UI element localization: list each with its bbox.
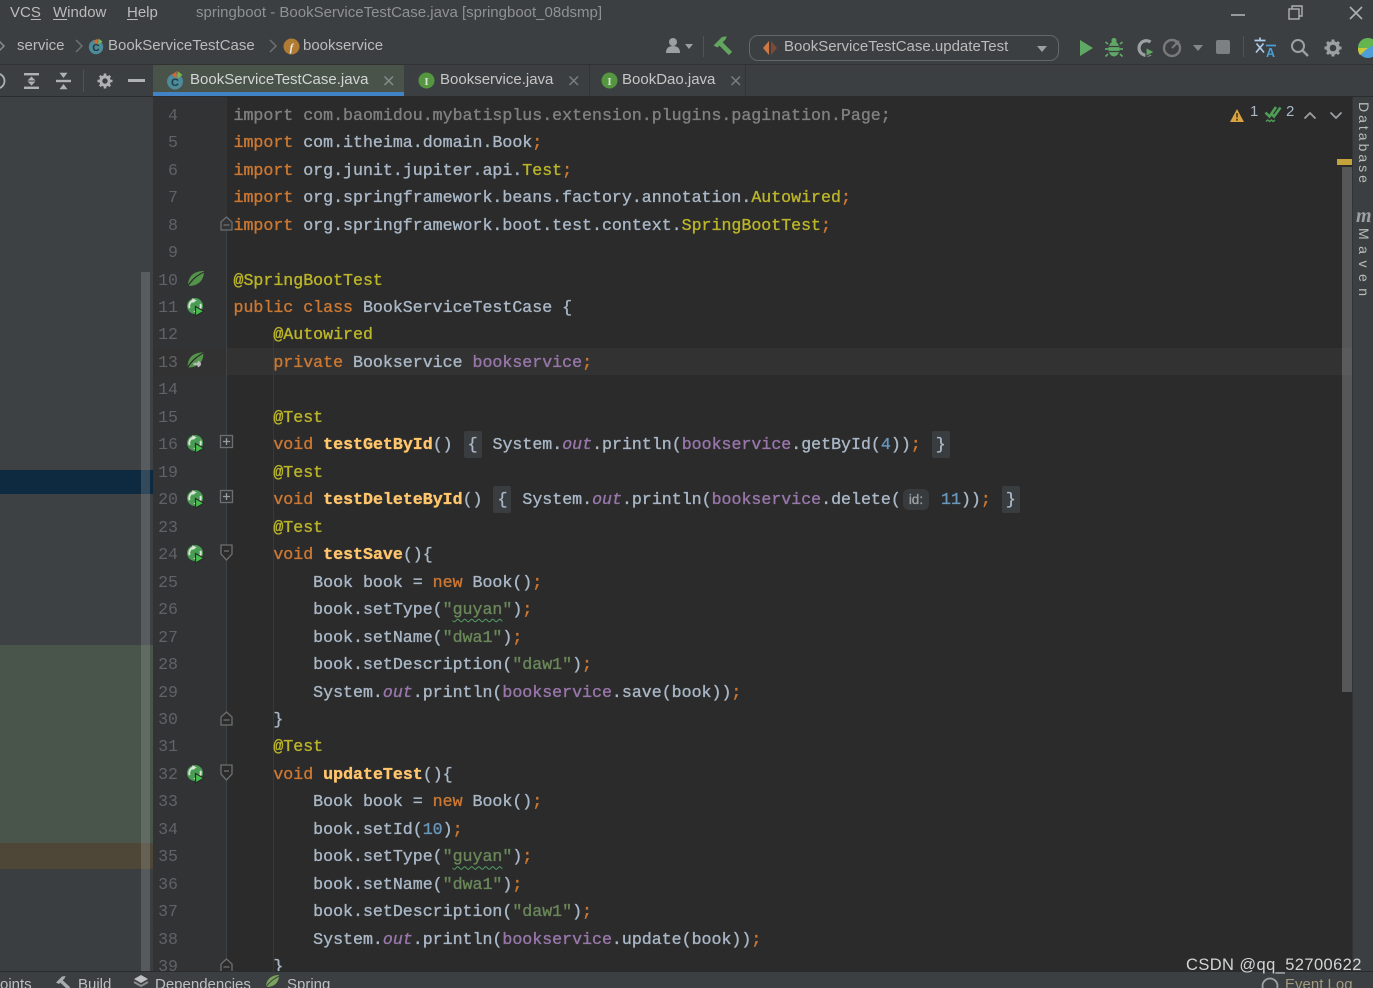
svg-text:C: C [92,43,99,54]
svg-text:C: C [171,77,179,89]
svg-text:I: I [607,76,611,88]
svg-text:I: I [424,76,428,88]
svg-text:A: A [1266,46,1275,60]
